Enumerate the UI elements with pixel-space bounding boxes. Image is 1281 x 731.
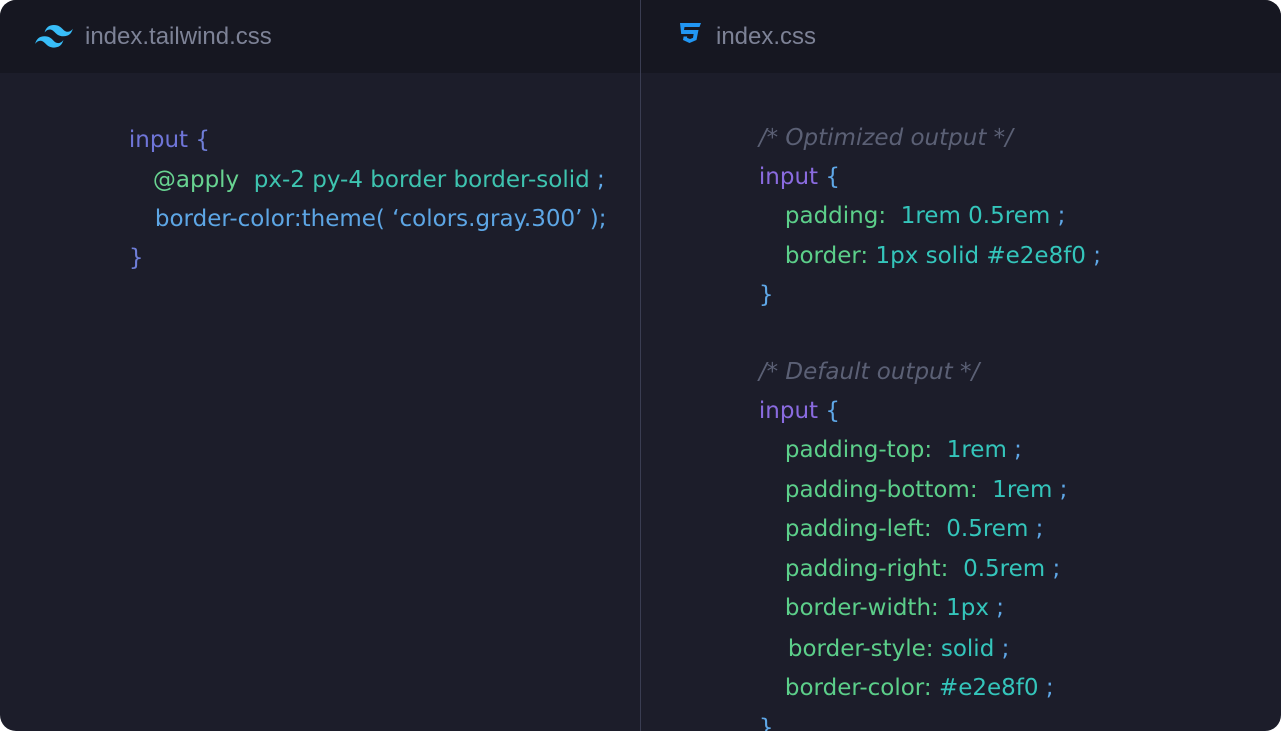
css-tab[interactable]: index.css [641,0,1281,73]
declaration-padding-right: padding-right: 0.5rem ; [741,524,1060,554]
tailwind-tab[interactable]: index.tailwind.css [0,0,640,73]
code-comparison-window: index.tailwind.css input { @apply px-2 p… [0,0,1281,731]
property: border: [785,243,868,269]
code-line-selector: input { [715,366,840,396]
tab-title: index.tailwind.css [85,22,272,52]
css-output-pane: index.css /* Optimized output */ input {… [641,0,1281,731]
close-brace: } [759,282,774,308]
property: border-color: [785,675,932,701]
code-line-selector: input { [715,132,840,162]
tailwind-logo-icon [35,25,73,54]
theme-declaration: border-color:theme( ‘colors.gray.300’ ); [155,206,607,232]
semicolon: ; [1046,675,1054,701]
tailwind-source-pane: index.tailwind.css input { @apply px-2 p… [0,0,640,731]
declaration-border-width: border-width: 1px ; [741,563,1004,593]
declaration-padding-top: padding-top: 1rem ; [741,405,1022,435]
code-line-close: } [85,213,144,243]
semicolon: ; [1060,477,1068,503]
declaration-padding-bottom: padding-bottom: 1rem ; [741,445,1067,475]
semicolon: ; [1093,243,1101,269]
comment-default: /* Default output */ [715,327,979,357]
declaration-padding: padding: 1rem 0.5rem ; [741,171,1065,201]
code-line-close: } [715,683,774,713]
declaration-border-style: border-style: solid ; [744,604,1009,634]
comment-optimized: /* Optimized output */ [715,93,1013,123]
value: #e2e8f0 [939,675,1039,701]
semicolon: ; [1052,556,1060,582]
code-line-selector: input { [85,95,210,125]
code-line-close: } [715,250,774,280]
declaration-padding-left: padding-left: 0.5rem ; [741,484,1043,514]
code-line-theme: border-color:theme( ‘colors.gray.300’ ); [111,174,606,204]
close-brace: } [759,715,774,731]
declaration-border: border: 1px solid #e2e8f0 ; [741,211,1101,241]
close-brace: } [129,245,144,271]
code-line-apply: @apply px-2 py-4 border border-solid ; [109,135,605,165]
value: 1px solid #e2e8f0 [875,243,1085,269]
declaration-border-color: border-color: #e2e8f0 ; [741,643,1054,673]
tab-title: index.css [716,22,816,52]
css3-logo-icon [677,23,703,53]
